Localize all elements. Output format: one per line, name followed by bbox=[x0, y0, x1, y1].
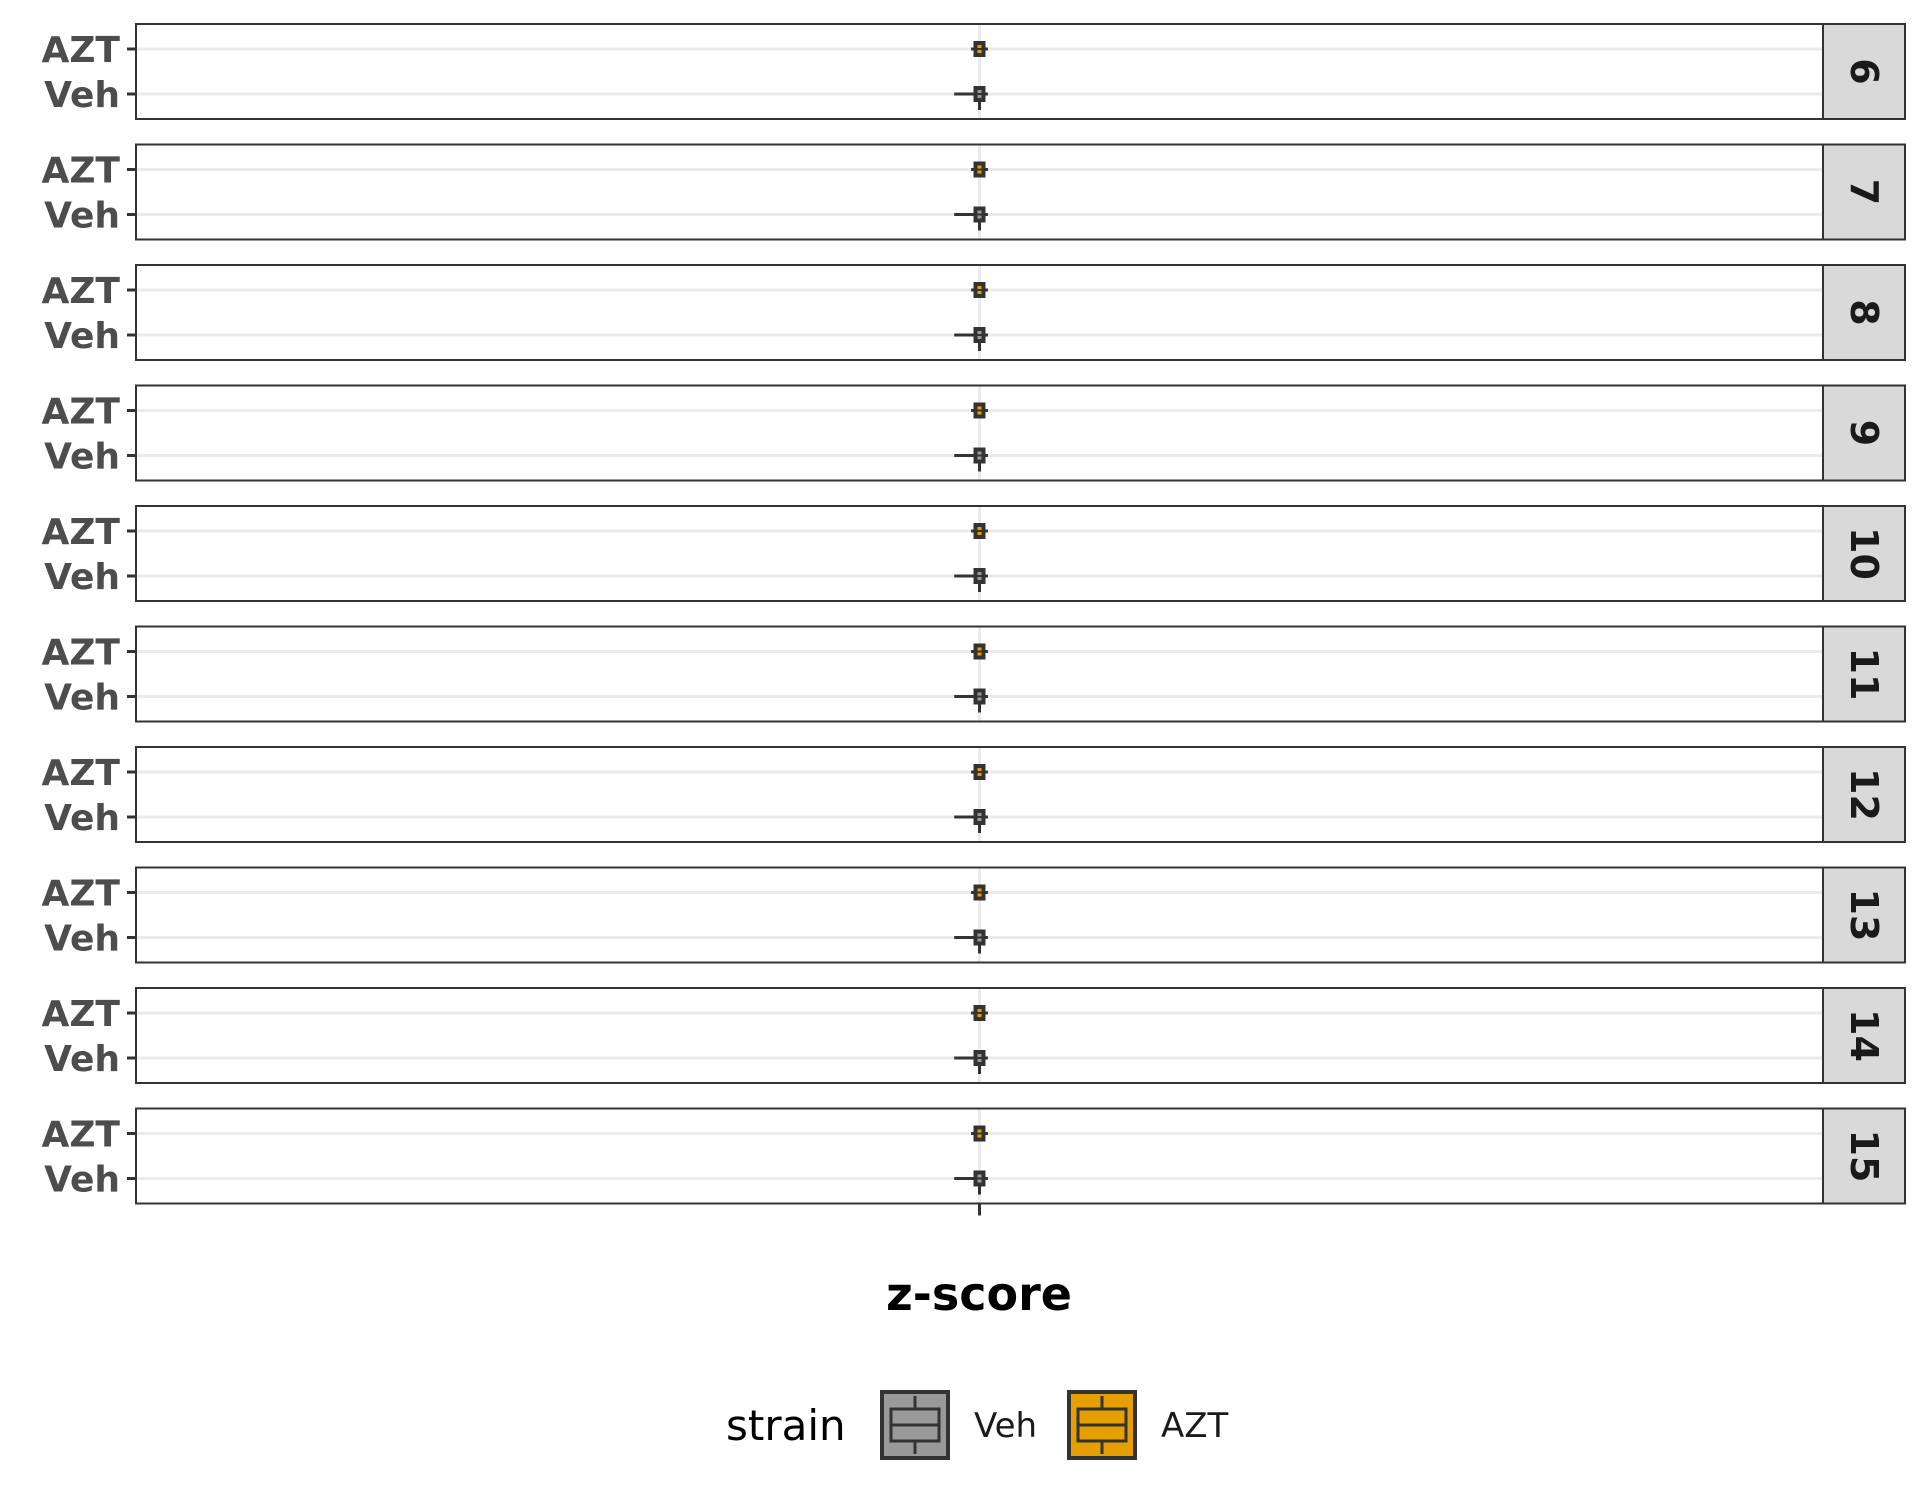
facet-panel-13: AZTVeh 13 bbox=[41, 866, 1906, 964]
y-tick-label-veh: Veh bbox=[44, 437, 120, 478]
box-8-azt bbox=[971, 282, 988, 298]
facet-panel-9: AZTVeh 9 bbox=[41, 384, 1906, 482]
facet-panel-14: AZTVeh 14 bbox=[41, 987, 1906, 1084]
facet-panel-7: AZTVeh 7 bbox=[41, 143, 1906, 241]
y-tick-label-azt: AZT bbox=[41, 271, 120, 312]
y-tick-label-azt: AZT bbox=[41, 1115, 120, 1156]
y-tick-label-veh: Veh bbox=[44, 798, 120, 839]
box-15-azt bbox=[971, 1125, 988, 1142]
y-tick-label-veh: Veh bbox=[44, 678, 120, 719]
y-tick-label-veh: Veh bbox=[44, 919, 120, 960]
y-tick-label-azt: AZT bbox=[41, 633, 120, 674]
legend-label-azt: AZT bbox=[1161, 1406, 1229, 1446]
box-9-azt bbox=[971, 402, 988, 419]
y-tick-label-veh: Veh bbox=[44, 75, 120, 116]
box-12-azt bbox=[971, 764, 988, 780]
legend-key-azt: AZT bbox=[1067, 1390, 1229, 1460]
facet-strip-label: 10 bbox=[1842, 527, 1886, 580]
facet-panels: AZTVeh6AZTVeh7AZTVeh8AZTVeh9AZTVeh 10AZTV… bbox=[41, 23, 1906, 1216]
facet-panel-10: AZTVeh 10 bbox=[41, 505, 1906, 602]
facet-panel-15: AZTVeh 15 bbox=[41, 1107, 1906, 1205]
facet-panel-11: AZTVeh 11 bbox=[41, 625, 1906, 723]
facet-strip-label: 9 bbox=[1842, 420, 1886, 446]
legend-title: strain bbox=[726, 1401, 846, 1450]
facet-strip-label: 12 bbox=[1842, 768, 1886, 821]
facet-strip-label: 11 bbox=[1842, 648, 1886, 701]
facet-strip-label: 6 bbox=[1842, 58, 1886, 84]
legend: strain Veh AZT bbox=[726, 1390, 1229, 1460]
facet-strip-label: 8 bbox=[1842, 299, 1886, 325]
box-10-azt bbox=[971, 523, 988, 539]
x-axis-label: z-score bbox=[886, 1267, 1072, 1321]
legend-label-veh: Veh bbox=[974, 1406, 1037, 1446]
box-11-azt bbox=[971, 643, 988, 660]
y-tick-label-veh: Veh bbox=[44, 196, 120, 237]
y-tick-label-azt: AZT bbox=[41, 874, 120, 915]
y-tick-label-azt: AZT bbox=[41, 392, 120, 433]
y-tick-label-azt: AZT bbox=[41, 151, 120, 192]
y-tick-label-veh: Veh bbox=[44, 1160, 120, 1201]
y-tick-label-veh: Veh bbox=[44, 1039, 120, 1080]
y-tick-label-azt: AZT bbox=[41, 994, 120, 1035]
box-14-azt bbox=[971, 1005, 988, 1021]
legend-key-veh: Veh bbox=[880, 1390, 1037, 1460]
facet-strip-label: 13 bbox=[1842, 889, 1886, 942]
y-tick-label-veh: Veh bbox=[44, 557, 120, 598]
facet-strip-label: 14 bbox=[1842, 1009, 1886, 1062]
box-6-azt bbox=[971, 41, 988, 57]
box-7-azt bbox=[971, 161, 988, 178]
faceted-boxplot-chart: AZTVeh6AZTVeh7AZTVeh8AZTVeh9AZTVeh 10AZTV… bbox=[41, 23, 1906, 1460]
facet-strip-label: 7 bbox=[1842, 179, 1886, 205]
box-13-azt bbox=[971, 884, 988, 901]
y-tick-label-azt: AZT bbox=[41, 30, 120, 71]
facet-panel-12: AZTVeh 12 bbox=[41, 746, 1906, 843]
y-tick-label-azt: AZT bbox=[41, 512, 120, 553]
facet-strip-label: 15 bbox=[1842, 1130, 1886, 1183]
facet-panel-8: AZTVeh 8 bbox=[41, 264, 1906, 361]
facet-panel-6: AZTVeh 6 bbox=[41, 23, 1906, 120]
y-tick-label-azt: AZT bbox=[41, 753, 120, 794]
y-tick-label-veh: Veh bbox=[44, 316, 120, 357]
